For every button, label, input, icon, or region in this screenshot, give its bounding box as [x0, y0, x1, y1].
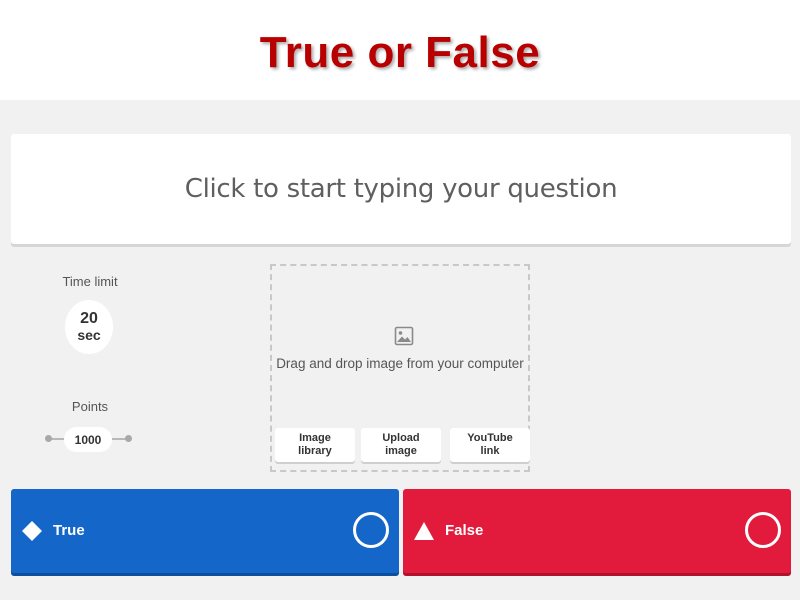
answer-false-label: False [445, 522, 484, 539]
points-slider-max-dot[interactable] [125, 435, 132, 442]
answer-true-correct-toggle[interactable] [353, 512, 389, 548]
time-limit-label: Time limit [62, 274, 118, 289]
time-limit-value: 20 [80, 310, 98, 327]
answer-false-correct-toggle[interactable] [745, 512, 781, 548]
time-limit-unit: sec [77, 327, 101, 343]
upload-image-button[interactable]: Upload image [361, 428, 441, 462]
answer-true-label: True [53, 522, 85, 539]
points-slider-min-dot[interactable] [45, 435, 52, 442]
triangle-icon [413, 520, 435, 547]
slide-header: True or False [0, 0, 800, 100]
image-icon [394, 326, 414, 351]
media-drop-zone[interactable]: Drag and drop image from your computer I… [270, 264, 530, 472]
points-selector[interactable]: 1000 [64, 427, 112, 452]
question-placeholder: Click to start typing your question [184, 174, 618, 204]
slide-title: True or False [259, 28, 541, 77]
diamond-icon [21, 520, 43, 547]
question-input[interactable]: Click to start typing your question [11, 134, 791, 244]
points-label: Points [71, 399, 109, 414]
answer-true[interactable]: True [11, 489, 399, 573]
answer-false[interactable]: False [403, 489, 791, 573]
image-library-button[interactable]: Image library [275, 428, 355, 462]
drop-instructions: Drag and drop image from your computer [276, 356, 524, 371]
youtube-link-button[interactable]: YouTube link [450, 428, 530, 462]
time-limit-selector[interactable]: 20 sec [65, 300, 113, 354]
